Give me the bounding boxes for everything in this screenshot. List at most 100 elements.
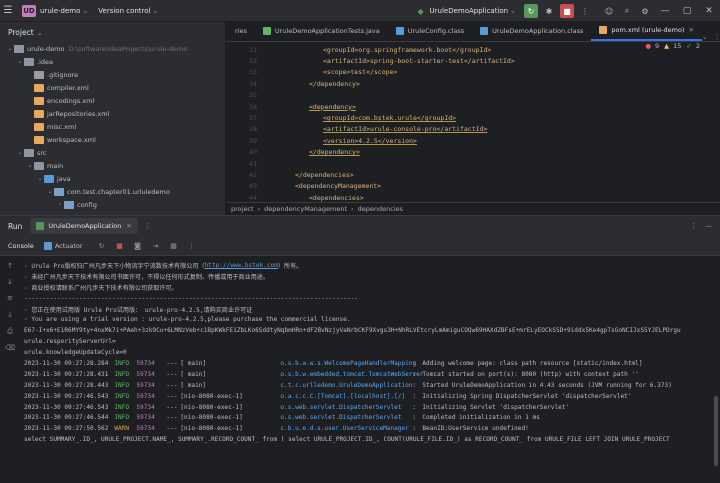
log-colon: : — [412, 425, 417, 433]
chevron-down-icon[interactable]: ⌄ — [37, 28, 43, 37]
console-tab[interactable]: Console — [8, 242, 34, 250]
wrap-icon[interactable]: ≡ — [7, 294, 13, 302]
tree-item-label: misc.xml — [47, 122, 77, 131]
main-menu-icon[interactable]: ☰ — [0, 0, 16, 22]
tree-item[interactable]: ⌄ urule-demo D:\software\IdeaProjects\urul… — [0, 42, 225, 55]
layout-icon[interactable]: ▦ — [168, 240, 180, 252]
log-logger[interactable]: o.s.b.w.embedded.tomcat.TomcatWebServer — [280, 371, 423, 378]
console-output[interactable]: · Urule Pro版权归广州凡步天下小物流宇宁流数技术有限公司（ http:/… — [24, 256, 714, 483]
editor-tab-label: UruleConfig.class — [407, 27, 465, 35]
vcs-menu[interactable]: Version control — [98, 7, 150, 15]
line-number: 33 — [249, 68, 257, 77]
tree-item[interactable]: ⌄ main — [0, 159, 225, 172]
more-actions-icon[interactable]: ⋮ — [690, 222, 697, 230]
log-logger[interactable]: c.t.c.urlledemo.UruleDemoApplication — [280, 382, 412, 389]
trash-icon[interactable]: ⌫ — [5, 344, 15, 352]
breadcrumb-item[interactable]: dependencies — [358, 205, 403, 213]
code-view[interactable]: ● 9 ▲ 15 ✓ 2 31 <groupId>org.springframework… — [227, 42, 720, 202]
tree-item[interactable]: ⌄ .idea — [0, 55, 225, 68]
editor-tab[interactable]: UruleDemoApplicationTests.java — [255, 22, 388, 41]
breadcrumb-item[interactable]: dependencyManagement — [264, 205, 347, 213]
stop-icon[interactable]: ■ — [114, 240, 126, 252]
tree-item[interactable]: compiler.xml — [0, 81, 225, 94]
editor-tab[interactable]: UruleDemoApplication.class — [472, 22, 591, 41]
project-panel-header[interactable]: Project ⌄ — [0, 22, 225, 42]
chevron-down-icon[interactable]: ⌄ — [46, 188, 54, 195]
up-arrow-icon[interactable]: ↑ — [7, 262, 13, 270]
folder-icon — [34, 161, 44, 170]
log-logger[interactable]: o.s.b.a.w.s.WelcomePageHandlerMapping — [280, 360, 416, 367]
stop-button[interactable]: ■ — [560, 4, 574, 18]
log-logger[interactable]: c.b.u.e.d.s.user.UserServiceManager — [280, 425, 412, 432]
run-toolbar: Console Actuator ↻ ■ ◙ ⇥ ▦ ⋮ — [0, 236, 720, 256]
restart-icon[interactable]: ↻ — [96, 240, 108, 252]
chevron-down-icon[interactable]: ⌄ — [26, 162, 34, 169]
account-icon[interactable]: ☺ — [602, 4, 616, 18]
camera-icon[interactable]: ◙ — [132, 240, 144, 252]
console-link[interactable]: http://www.bstek.com — [205, 262, 278, 269]
console-text: · Urule Pro版权归广州凡步天下小物流宇宁流数技术有限公司（ — [24, 262, 205, 270]
settings-gear-icon[interactable]: ⚙ — [638, 4, 652, 18]
scroll-end-icon[interactable]: ⤓ — [8, 310, 11, 319]
chevron-down-icon[interactable]: ⌄ — [702, 33, 708, 41]
minimize-icon[interactable]: — — [654, 0, 676, 22]
console-scrollbar[interactable] — [714, 396, 718, 466]
debug-button[interactable]: ✱ — [542, 4, 556, 18]
tree-item[interactable]: ⌄ java — [0, 172, 225, 185]
run-tab[interactable]: UruleDemoApplication ✕ — [30, 218, 138, 234]
tree-item[interactable]: jarRepositories.xml — [0, 107, 225, 120]
project-name[interactable]: urule-demo — [40, 7, 80, 15]
more-icon[interactable]: ⋮ — [186, 240, 198, 252]
folder-icon — [14, 44, 24, 53]
tree-item[interactable]: encodings.xml — [0, 94, 225, 107]
search-icon[interactable]: ⌕ — [620, 4, 634, 18]
more-icon[interactable]: ⋮ — [714, 33, 720, 41]
breadcrumb-item[interactable]: project — [231, 205, 254, 213]
log-logger[interactable]: o.s.web.servlet.DispatcherServlet — [280, 404, 412, 411]
more-icon[interactable]: ⋮ — [144, 222, 151, 230]
print-icon[interactable]: ⎙ — [7, 327, 13, 336]
log-level: INFO — [114, 359, 130, 367]
tree-item[interactable]: ⌄ com.test.chapter01.urluledemo — [0, 185, 225, 198]
log-logger[interactable]: o.s.web.servlet.DispatcherServlet — [280, 414, 412, 421]
actuator-tab[interactable]: Actuator — [43, 241, 83, 250]
chevron-down-icon[interactable]: ⌄ — [153, 7, 159, 15]
chevron-down-icon[interactable]: ⌄ — [16, 58, 24, 65]
chevron-down-icon[interactable]: ⌄ — [16, 149, 24, 156]
project-panel: Project ⌄ ⌄ urule-demo D:\software\IdeaPro… — [0, 22, 226, 215]
log-logger[interactable]: o.a.c.c.C.[Tomcat].[localhost].[/] — [280, 393, 412, 400]
chevron-down-icon[interactable]: ⌄ — [36, 175, 44, 182]
close-icon[interactable]: ✕ — [126, 222, 131, 230]
tree-item[interactable]: workspace.xml — [0, 133, 225, 146]
project-badge[interactable]: UD — [22, 4, 36, 17]
editor-tab[interactable]: ries — [227, 22, 255, 41]
tree-item[interactable]: ⌄ src — [0, 146, 225, 159]
chevron-down-icon[interactable]: ⌄ — [82, 7, 88, 15]
problems-indicator[interactable]: ● 9 ▲ 15 ✓ 2 — [645, 42, 700, 50]
tree-item[interactable]: .gitignore — [0, 68, 225, 81]
log-pid: 59734 — [136, 425, 155, 433]
editor-tab[interactable]: UruleConfig.class — [388, 22, 472, 41]
down-arrow-icon[interactable]: ↓ — [7, 278, 13, 286]
editor-tab[interactable]: pom.xml (urule-demo) ✕ — [591, 22, 702, 41]
breadcrumb: project › dependencyManagement › dependencie… — [227, 202, 720, 215]
console-line: 2023-11-30 09:27:50.562 WARN 59734 --- [nio-… — [24, 423, 714, 434]
tree-item-label: compiler.xml — [47, 83, 89, 92]
console-text: ）所有。 — [277, 262, 303, 270]
run-config-icon: ◆ — [417, 6, 424, 16]
code-text: <dependencies> — [309, 193, 364, 202]
tree-item[interactable]: › config — [0, 198, 225, 211]
tree-item-label: src — [37, 148, 47, 157]
rerun-button[interactable]: ↻ — [524, 4, 538, 18]
tree-item[interactable]: misc.xml — [0, 120, 225, 133]
exit-icon[interactable]: ⇥ — [150, 240, 162, 252]
run-config-selector[interactable]: ◆ UruleDemoApplication ⌄ — [412, 4, 516, 18]
log-message: Initializing Spring DispatcherServlet 'd… — [422, 392, 632, 400]
maximize-icon[interactable]: ▢ — [676, 0, 698, 22]
chevron-right-icon[interactable]: › — [56, 201, 64, 208]
more-actions-icon[interactable]: ⋮ — [578, 4, 592, 18]
close-icon[interactable]: ✕ — [688, 26, 693, 34]
chevron-down-icon[interactable]: ⌄ — [6, 45, 14, 52]
minimize-panel-icon[interactable]: — — [705, 222, 712, 230]
close-icon[interactable]: ✕ — [698, 0, 720, 22]
